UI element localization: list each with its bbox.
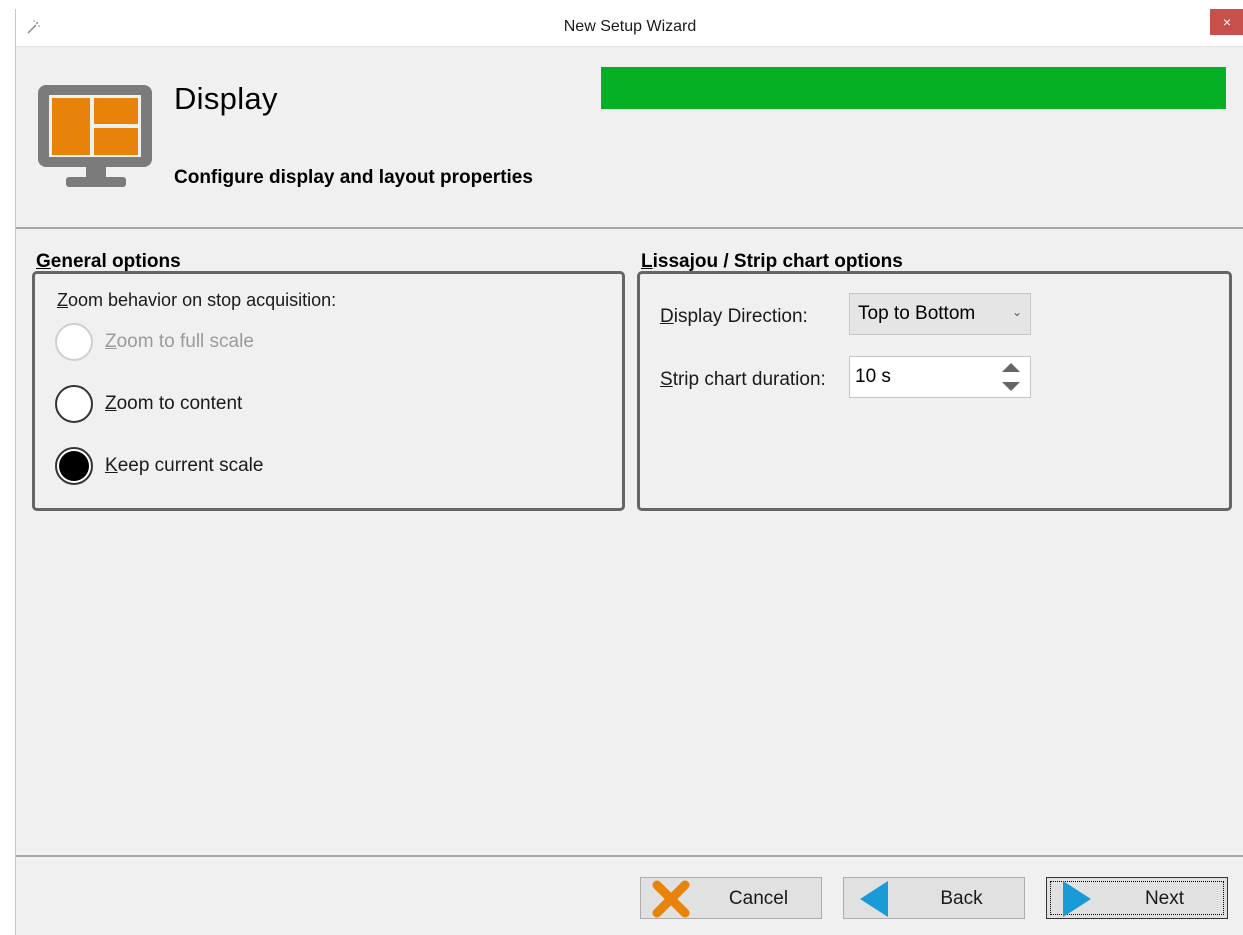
radio-zoom-full-scale[interactable]: Zoom to full scale bbox=[55, 320, 254, 364]
close-button[interactable]: × bbox=[1210, 9, 1243, 35]
page-subtitle: Configure display and layout properties bbox=[174, 167, 533, 188]
radio-label: Zoom to content bbox=[105, 393, 243, 414]
spin-down-icon[interactable] bbox=[1002, 382, 1020, 391]
spin-up-icon[interactable] bbox=[1002, 363, 1020, 372]
strip-chart-duration-value: 10 s bbox=[855, 366, 891, 387]
page-title: Display bbox=[174, 81, 278, 116]
cancel-button[interactable]: Cancel bbox=[640, 877, 822, 919]
lissajou-options-group: Display Direction: Top to Bottom ⌄ Strip… bbox=[637, 271, 1232, 511]
radio-button[interactable] bbox=[55, 447, 93, 485]
general-options-group: Zoom behavior on stop acquisition: Zoom … bbox=[32, 271, 625, 511]
title-bar: New Setup Wizard × bbox=[16, 9, 1243, 47]
back-label: Back bbox=[940, 888, 983, 909]
window-title: New Setup Wizard bbox=[563, 18, 697, 35]
back-button[interactable]: Back bbox=[843, 877, 1025, 919]
radio-button[interactable] bbox=[55, 323, 93, 361]
cancel-x-icon bbox=[652, 880, 690, 918]
next-label: Next bbox=[1144, 888, 1185, 909]
arrow-left-icon bbox=[860, 881, 888, 917]
progress-fill bbox=[601, 67, 1226, 109]
progress-bar bbox=[601, 67, 1226, 109]
radio-selected-dot bbox=[59, 451, 89, 481]
strip-chart-duration-stepper[interactable]: 10 s bbox=[849, 356, 1031, 398]
display-direction-label: Display Direction: bbox=[660, 306, 808, 327]
radio-keep-current-scale[interactable]: Keep current scale bbox=[55, 444, 263, 488]
radio-button[interactable] bbox=[55, 385, 93, 423]
display-direction-value: Top to Bottom bbox=[858, 303, 976, 324]
wizard-window: New Setup Wizard × Display Configure dis… bbox=[15, 9, 1243, 935]
chevron-down-icon: ⌄ bbox=[1011, 305, 1022, 319]
monitor-layout-icon bbox=[38, 85, 152, 187]
arrow-right-icon bbox=[1063, 881, 1091, 917]
cancel-label: Cancel bbox=[728, 888, 789, 909]
radio-label: Keep current scale bbox=[105, 455, 264, 476]
wizard-header: Display Configure display and layout pro… bbox=[16, 47, 1243, 229]
display-direction-select[interactable]: Top to Bottom ⌄ bbox=[849, 293, 1031, 335]
next-button[interactable]: Next bbox=[1046, 877, 1228, 919]
strip-chart-duration-label: Strip chart duration: bbox=[660, 369, 826, 390]
lissajou-options-label: Lissajou / Strip chart options bbox=[641, 251, 903, 272]
general-options-label: General options bbox=[36, 251, 181, 272]
zoom-behavior-label: Zoom behavior on stop acquisition: bbox=[57, 290, 337, 310]
radio-label: Zoom to full scale bbox=[105, 331, 254, 352]
radio-zoom-to-content[interactable]: Zoom to content bbox=[55, 382, 242, 426]
footer-separator bbox=[16, 855, 1243, 857]
